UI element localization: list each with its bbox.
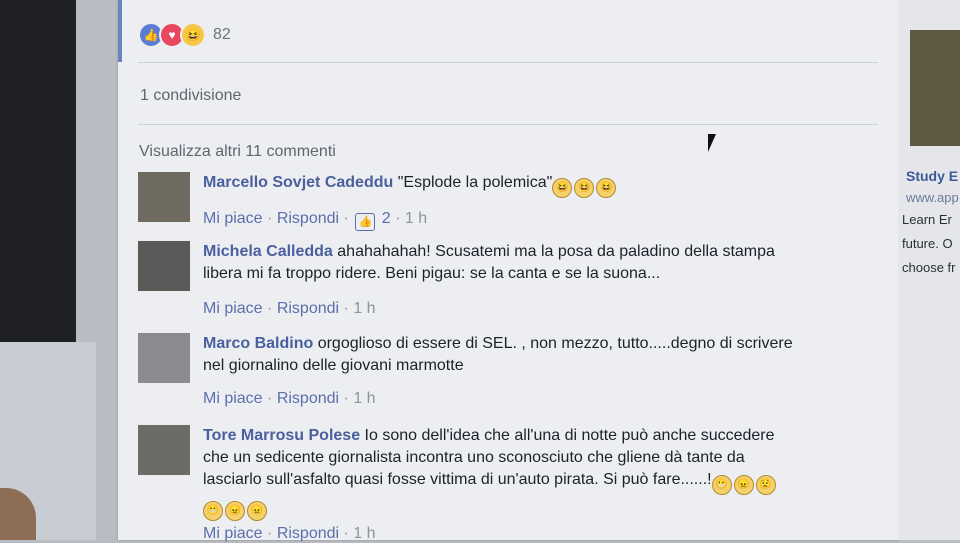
comment-author[interactable]: Tore Marrosu Polese [203,427,360,444]
ad-title[interactable]: Study E [906,168,958,184]
avatar[interactable] [138,425,190,475]
reaction-count: 82 [213,26,231,43]
shares-link[interactable]: 1 condivisione [140,87,241,105]
like-link[interactable]: Mi piace [203,210,263,227]
avatar[interactable] [138,241,190,291]
grin-emoji-icon: 😆 [552,178,573,198]
grin-emoji-icon: 😆 [596,178,617,198]
grin-emoji-icon: 😆 [574,178,595,198]
divider [138,62,878,63]
reply-link[interactable]: Rispondi [277,390,339,407]
post-accent-bar [118,0,122,62]
like-link[interactable]: Mi piace [203,525,263,542]
worried-emoji-icon: 😟 [755,475,776,495]
ad-text-line: future. O [902,236,953,251]
angry-emoji-icon: 😠 [247,501,267,521]
haha-icon: 😆 [180,22,206,48]
reactions-summary[interactable]: 👍 ♥ 😆 82 [138,22,231,48]
comment-like-count: 2 [381,210,391,227]
comment-actions: Mi piace · Rispondi · 👍 2 · 1 h [203,210,427,231]
reply-link[interactable]: Rispondi [277,300,339,317]
comment-time[interactable]: 1 h [405,210,427,227]
grin-emoji-icon: 😬 [711,475,732,495]
mouse-cursor-icon [708,134,716,152]
view-more-comments-link[interactable]: Visualizza altri 11 commenti [139,143,336,161]
reply-link[interactable]: Rispondi [277,525,339,542]
divider [138,124,878,125]
ad-image[interactable] [910,30,960,146]
comment-time[interactable]: 1 h [353,300,375,317]
reply-link[interactable]: Rispondi [277,210,339,227]
avatar[interactable] [138,333,190,383]
comment-author[interactable]: Marco Baldino [203,335,313,352]
comment-time[interactable]: 1 h [353,390,375,407]
comment-actions: Mi piace · Rispondi · 1 h [203,300,376,317]
left-background-photo [0,0,76,342]
ad-text-line: choose fr [902,260,956,275]
angry-emoji-icon: 😠 [733,475,754,495]
angry-emoji-icon: 😠 [225,501,245,521]
comment-author[interactable]: Marcello Sovjet Cadeddu [203,174,393,191]
comment-body: Marco Baldino orgoglioso di essere di SE… [203,333,803,377]
comment-actions: Mi piace · Rispondi · 1 h [203,525,376,542]
ad-text-line: Learn Er [902,212,952,227]
like-link[interactable]: Mi piace [203,390,263,407]
comment-text: "Esplode la polemica" [397,174,553,191]
ad-url[interactable]: www.app [906,190,959,205]
comment-body: Michela Calledda ahahahahah! Scusatemi m… [203,241,803,285]
comment-actions: Mi piace · Rispondi · 1 h [203,390,376,407]
avatar[interactable] [138,172,190,222]
comment-author[interactable]: Michela Calledda [203,243,333,260]
comment-body: Marcello Sovjet Cadeddu "Esplode la pole… [203,172,803,198]
grin-emoji-icon: 😬 [203,501,223,521]
comment-time[interactable]: 1 h [353,525,375,542]
thumbs-up-icon[interactable]: 👍 [355,213,376,231]
like-link[interactable]: Mi piace [203,300,263,317]
comment-body: Tore Marrosu Polese Io sono dell'idea ch… [203,425,803,521]
